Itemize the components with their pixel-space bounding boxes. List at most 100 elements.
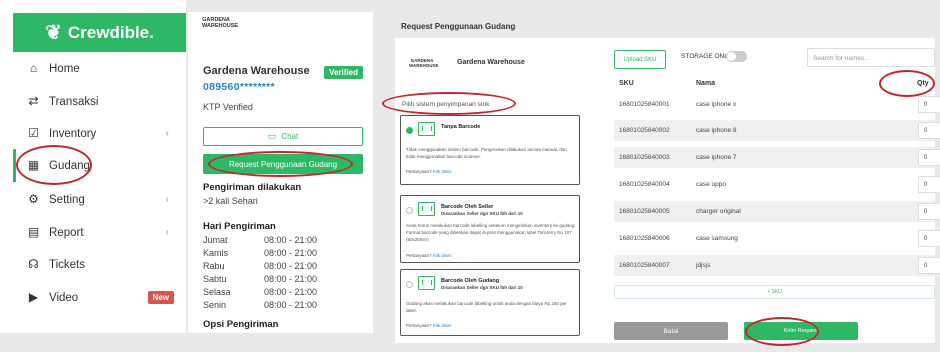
schedule-row: Kamis 08:00 - 21:00 — [203, 248, 363, 260]
table-row: 16801025840007 jdjsjs 0 — [614, 255, 940, 276]
schedule-day: Kamis — [203, 248, 229, 258]
sidebar-item-tickets[interactable]: ☊ Tickets — [13, 248, 186, 281]
qty-input[interactable]: 0 — [918, 149, 940, 166]
klik-disini-link[interactable]: Klik disini — [433, 253, 452, 258]
option-tanpa-barcode[interactable]: Tanpa Barcode Tidak menggunakan sistem b… — [400, 115, 580, 185]
option-title: Barcode Oleh Seller — [441, 204, 494, 210]
schedule-row: Sabtu 08:00 - 21:00 — [203, 274, 363, 286]
sidebar-item-report[interactable]: ▤ Report ‹ — [13, 216, 186, 249]
sku-cell: 16801025840003 — [619, 154, 670, 161]
schedule-time: 08:00 - 21:00 — [264, 300, 318, 310]
request-warehouse-button[interactable]: Request Penggunaan Gudang — [203, 154, 363, 174]
qty-input[interactable]: 0 — [918, 176, 940, 193]
sidebar-item-home[interactable]: ⌂ Home — [13, 52, 186, 85]
sidebar-item-gudang[interactable]: ▦ Gudang — [13, 149, 186, 182]
qty-input[interactable]: 0 — [918, 257, 940, 274]
option-barcode-gudang[interactable]: Barcode Oleh Gudang Disarankan Seller dg… — [400, 269, 580, 336]
sidebar-item-inventory[interactable]: ☑ Inventory ‹ — [13, 117, 186, 150]
schedule-time: 08:00 - 21:00 — [264, 235, 318, 245]
warehouse-logo: GARDENA WAREHOUSE — [202, 17, 239, 29]
transfer-icon: ⇄ — [28, 94, 39, 108]
radio-button[interactable] — [406, 207, 413, 214]
store-icon — [418, 202, 435, 216]
storage-only-toggle[interactable] — [726, 51, 747, 62]
table-row: 16801025840002 case iphone 8 0 — [614, 120, 940, 141]
schedule-day: Jumat — [203, 235, 228, 245]
search-input[interactable]: Search for names.. — [807, 48, 935, 67]
sidebar-item-label: Gudang — [49, 159, 90, 172]
add-sku-button[interactable]: + SKU — [614, 285, 935, 299]
video-icon: ▶ — [28, 290, 39, 304]
request-form-panel: Request Penggunaan Gudang GARDENA WAREHO… — [375, 0, 940, 352]
option-description: Tidak menggunakan sistem barcode. Pengec… — [406, 147, 567, 159]
cancel-button[interactable]: Batal — [614, 322, 728, 340]
klik-disini-link[interactable]: Klik disini — [433, 169, 452, 174]
chat-button[interactable]: ▭ Chat — [203, 127, 363, 146]
table-row: 16801025840001 case iphone x 0 — [614, 94, 940, 115]
option-barcode-seller[interactable]: Barcode Oleh Seller Disarankan Seller dg… — [400, 195, 580, 263]
chat-icon: ▭ — [267, 131, 277, 141]
sidebar-item-label: Setting — [49, 193, 85, 206]
klik-disini-link[interactable]: Klik disini — [433, 323, 452, 328]
question-text: Pertanyaan? — [406, 323, 432, 328]
sidebar-item-setting[interactable]: ⚙ Setting ‹ — [13, 183, 186, 216]
storage-system-label: Pilih sistem penyimpanan stok — [402, 101, 490, 108]
sku-cell: 16801025840007 — [619, 262, 670, 269]
logo-text: WAREHOUSE — [202, 23, 239, 29]
qty-input[interactable]: 0 — [918, 203, 940, 220]
chevron-left-icon: ‹ — [165, 194, 169, 205]
pengiriman-title: Pengiriman dilakukan — [203, 182, 302, 193]
chat-label: Chat — [281, 132, 299, 141]
sidebar-item-label: Home — [49, 62, 80, 75]
option-question: Pertanyaan? Klik disini — [406, 169, 452, 174]
schedule-row: Senin 08:00 - 21:00 — [203, 300, 363, 312]
sku-cell: 16801025840001 — [619, 101, 670, 108]
sku-table-column: Upload SKU STORAGE ONLY Search for names… — [593, 38, 940, 343]
schedule-time: 08:00 - 21:00 — [264, 248, 318, 258]
name-cell: case iphone x — [696, 101, 737, 108]
name-cell: case iphone 8 — [696, 127, 737, 134]
crewdible-logo-icon: ❦ — [45, 22, 62, 44]
chevron-left-icon: ‹ — [165, 227, 169, 238]
schedule-day: Senin — [203, 300, 227, 310]
schedule-time: 08:00 - 21:00 — [264, 261, 318, 271]
radio-button[interactable] — [406, 127, 413, 134]
qty-input[interactable]: 0 — [918, 230, 940, 247]
option-subtitle: Disarankan Seller dgn SKU lbh dari 10 — [441, 211, 523, 216]
gear-icon: ⚙ — [28, 192, 39, 206]
question-text: Pertanyaan? — [406, 169, 432, 174]
qty-column-header: Qty — [917, 80, 929, 87]
sidebar-item-label: Video — [49, 291, 79, 304]
table-row: 16801025840005 charger original 0 — [614, 201, 940, 222]
home-icon: ⌂ — [29, 61, 38, 75]
warehouse-icon: ▦ — [27, 158, 40, 172]
clipboard-icon: ☑ — [28, 126, 39, 140]
send-request-button[interactable]: Kirim Request — [744, 322, 858, 340]
sidebar-item-transaksi[interactable]: ⇄ Transaksi — [13, 85, 186, 118]
schedule-time: 08:00 - 21:00 — [264, 287, 318, 297]
qty-input[interactable]: 0 — [918, 96, 940, 113]
radio-button[interactable] — [406, 281, 413, 288]
logo-text: WAREHOUSE — [409, 63, 439, 68]
opsi-pengiriman-title: Opsi Pengiriman — [203, 319, 279, 330]
brand-logo[interactable]: ❦ Crewdible. — [13, 13, 186, 52]
option-description: Anda harus melakukan barcode labelling s… — [406, 223, 576, 242]
schedule-row: Selasa 08:00 - 21:00 — [203, 287, 363, 299]
storage-only-label: STORAGE ONLY — [681, 53, 732, 60]
sidebar-item-label: Tickets — [49, 258, 85, 271]
new-badge: New — [147, 291, 174, 304]
name-cell: case samsung — [696, 235, 738, 242]
qty-input[interactable]: 0 — [918, 122, 940, 139]
table-row: 16801025840006 case samsung 0 — [614, 228, 940, 249]
upload-sku-button[interactable]: Upload SKU — [614, 50, 666, 69]
question-text: Pertanyaan? — [406, 253, 432, 258]
sidebar-item-video[interactable]: ▶ Video New — [13, 281, 186, 314]
chevron-left-icon: ‹ — [165, 128, 169, 139]
option-description: Gudang akan melakukan barcode labelling … — [406, 301, 567, 313]
headset-icon: ☊ — [28, 257, 39, 271]
warehouse-icon — [418, 276, 435, 290]
schedule-day: Sabtu — [203, 274, 227, 284]
option-title: Barcode Oleh Gudang — [441, 278, 500, 284]
schedule-time: 08:00 - 21:00 — [264, 274, 318, 284]
sku-cell: 16801025840004 — [619, 181, 670, 188]
